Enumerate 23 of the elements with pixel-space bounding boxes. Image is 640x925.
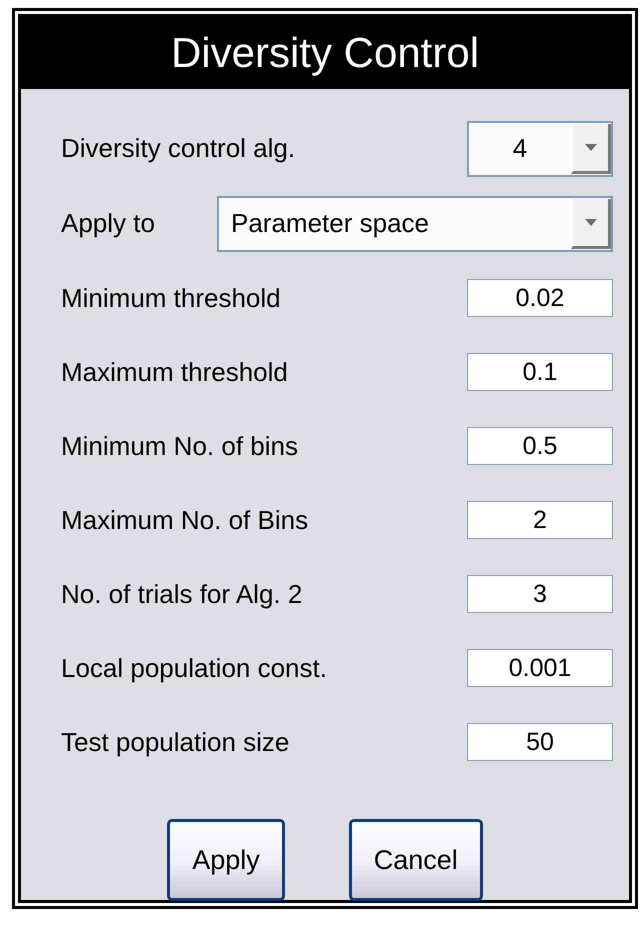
input-field[interactable]: 0.1 — [467, 353, 613, 391]
field-label: Local population const. — [61, 652, 328, 684]
input-field[interactable]: 2 — [467, 501, 613, 539]
window-title: Diversity Control — [21, 17, 629, 89]
cancel-button[interactable]: Cancel — [348, 819, 483, 901]
field-label: Maximum threshold — [61, 356, 289, 388]
caret-icon — [584, 218, 596, 226]
dropdown[interactable]: 4 — [467, 120, 613, 176]
input-field[interactable]: 0.001 — [467, 649, 613, 687]
field-label: Minimum No. of bins — [61, 430, 299, 462]
apply-button[interactable]: Apply — [167, 819, 285, 901]
field-label: No. of trials for Alg. 2 — [61, 578, 304, 610]
input-field[interactable]: 50 — [467, 723, 613, 761]
input-field[interactable]: 0.5 — [467, 427, 613, 465]
field-label: Minimum threshold — [61, 282, 282, 314]
field-label: Diversity control alg. — [61, 133, 296, 164]
field-label: Maximum No. of Bins — [61, 504, 310, 536]
caret-icon — [584, 144, 596, 150]
field-label: Test population size — [61, 726, 290, 758]
input-field[interactable]: 3 — [467, 575, 613, 613]
dropdown[interactable]: Parameter space — [217, 196, 613, 252]
field-label: Apply to — [61, 208, 156, 239]
input-field[interactable]: 0.02 — [467, 279, 613, 317]
